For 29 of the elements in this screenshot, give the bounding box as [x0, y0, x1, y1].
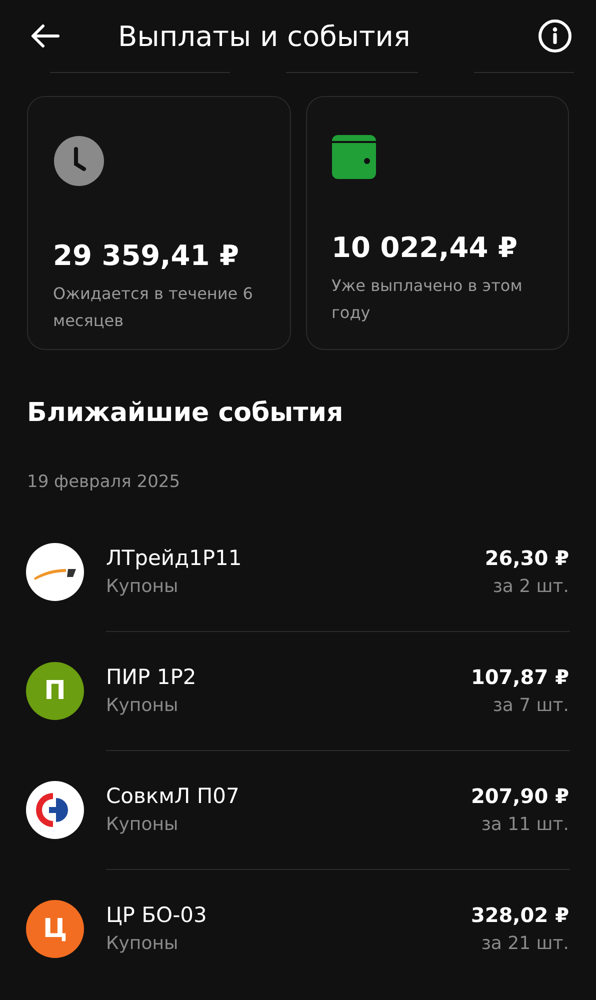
company-logo: Ц [26, 900, 84, 958]
event-name: ПИР 1Р2 [106, 665, 198, 689]
event-name: СовкмЛ П07 [106, 784, 240, 808]
event-name: ЦР БО-03 [106, 903, 208, 927]
caption-text: Уже выплачено в этом году [332, 275, 524, 324]
wallet-icon [332, 135, 378, 179]
event-type: Купоны [106, 933, 180, 954]
event-type: Купоны [106, 576, 180, 597]
page-title: Выплаты и события [118, 20, 412, 52]
company-logo: П [26, 662, 84, 720]
event-quantity: за 7 шт. [492, 695, 569, 716]
event-quantity: за 11 шт. [481, 814, 569, 835]
event-type: Купоны [106, 814, 180, 835]
back-button[interactable] [30, 24, 60, 48]
clock-icon [53, 135, 105, 187]
event-amount: 328,02 ₽ [470, 903, 569, 927]
section-title: Ближайшие события [27, 398, 344, 428]
event-amount: 107,87 ₽ [470, 665, 569, 689]
info-button[interactable] [538, 19, 572, 53]
caption-text: Ожидается в течение 6 месяцев [53, 283, 254, 332]
date-text: 19 февраля 2025 [27, 472, 182, 492]
event-amount: 207,90 ₽ [470, 784, 569, 808]
event-amount: 26,30 ₽ [484, 546, 569, 570]
event-name: ЛТрейд1Р11 [106, 546, 243, 570]
event-quantity: за 21 шт. [481, 933, 569, 954]
amount-text: 10 022,44 ₽ [332, 231, 518, 264]
event-type: Купоны [106, 695, 180, 716]
event-quantity: за 2 шт. [492, 576, 569, 597]
amount-text: 29 359,41 ₽ [53, 239, 240, 272]
